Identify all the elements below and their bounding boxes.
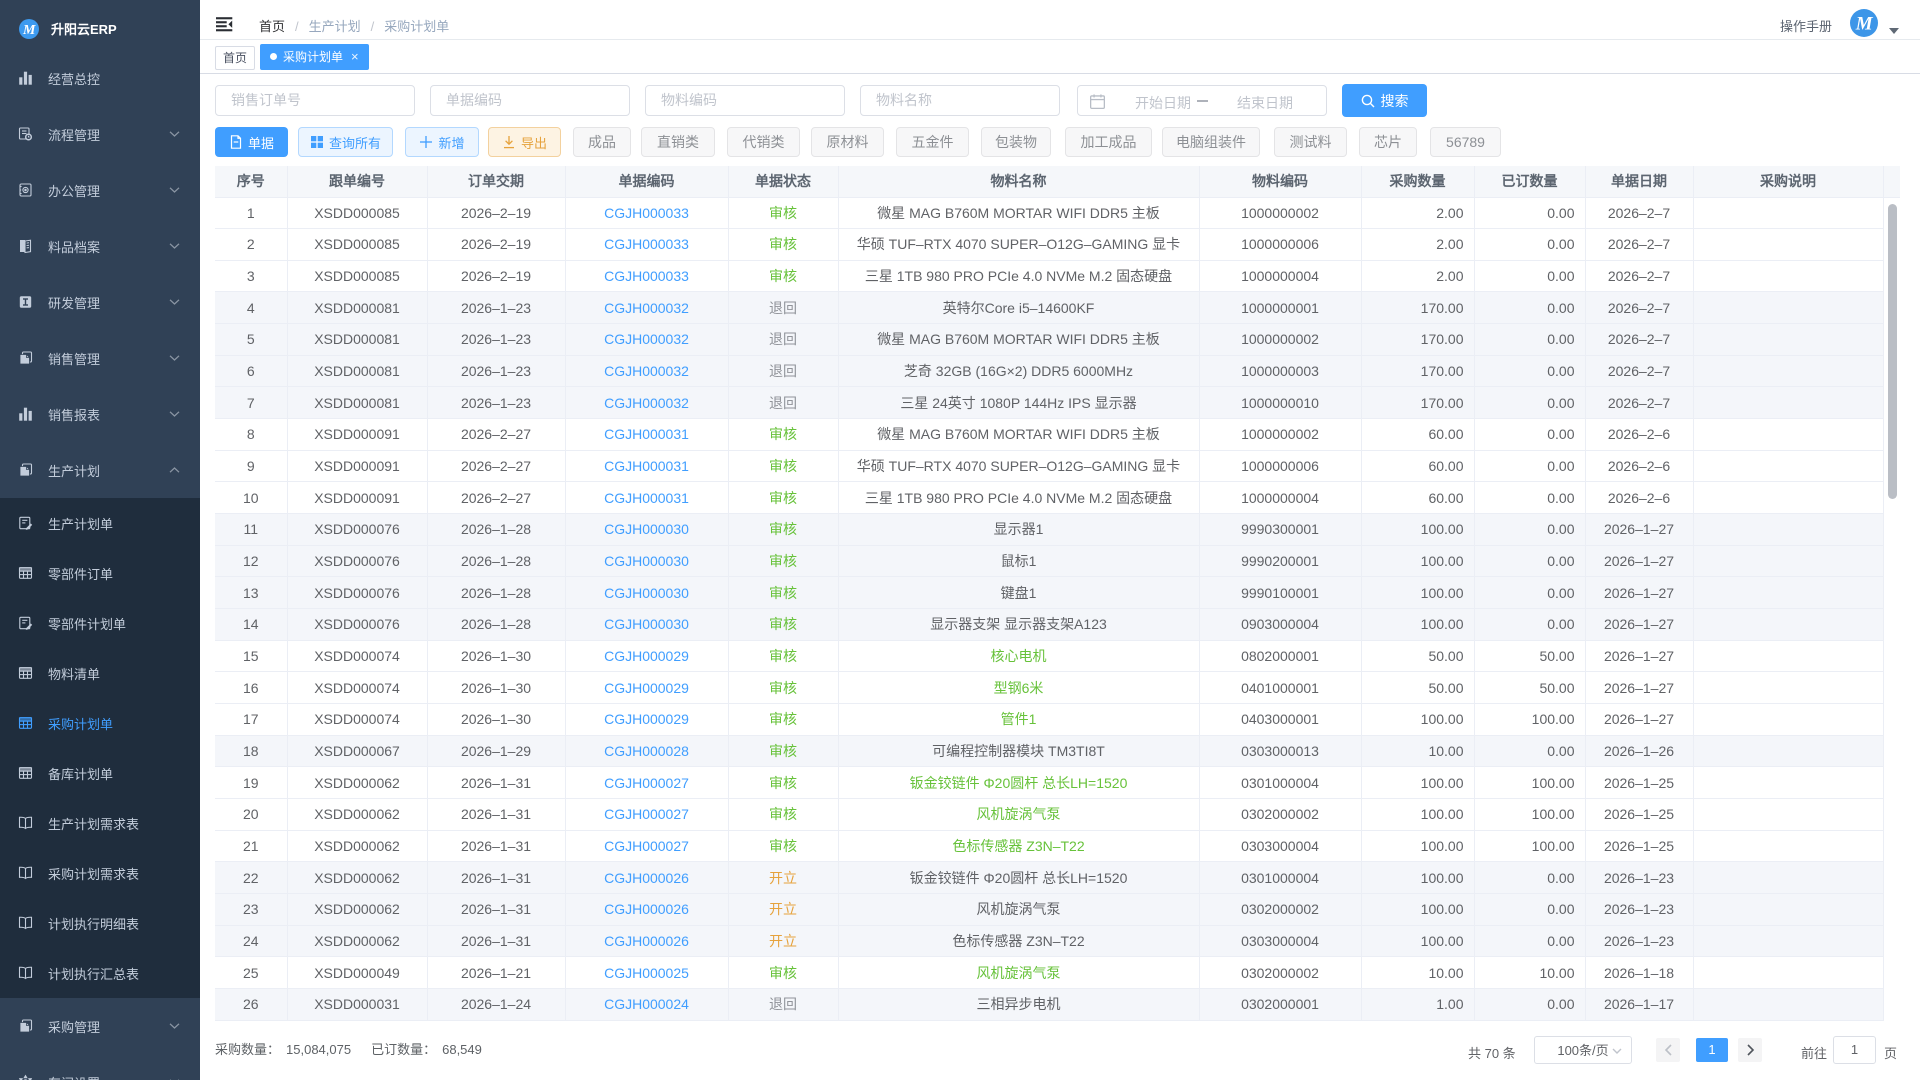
- svg-text:M: M: [22, 22, 36, 37]
- svg-text:M: M: [1855, 14, 1874, 35]
